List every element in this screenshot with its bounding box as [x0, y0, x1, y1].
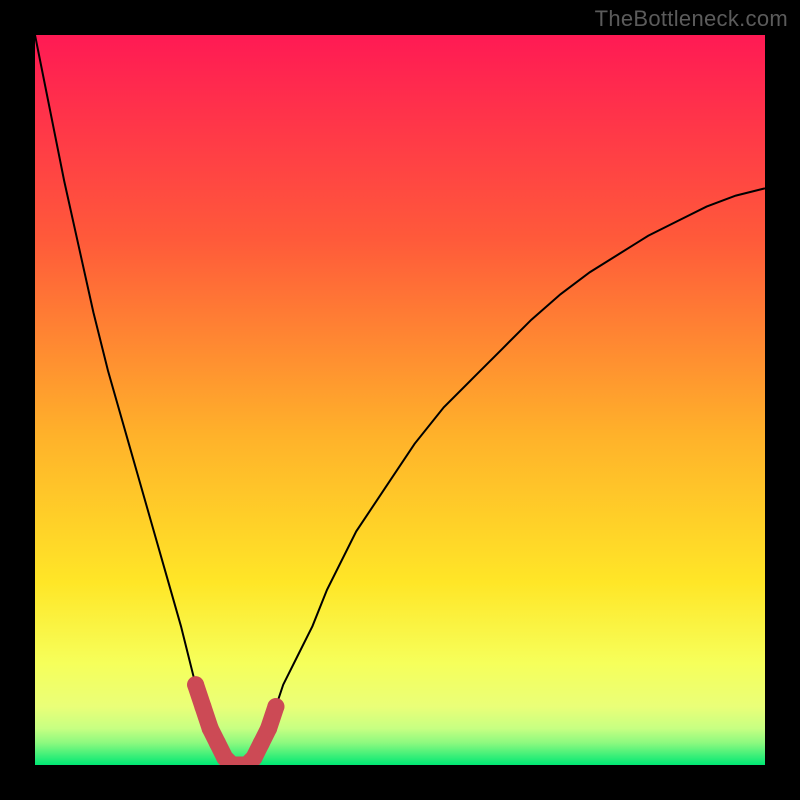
- chart-frame: TheBottleneck.com: [0, 0, 800, 800]
- chart-svg: [35, 35, 765, 765]
- watermark-label: TheBottleneck.com: [595, 6, 788, 32]
- marker-dot: [209, 735, 226, 752]
- plot-area: [35, 35, 765, 765]
- marker-dot: [194, 698, 211, 715]
- marker-dot: [267, 698, 284, 715]
- marker-dot: [202, 720, 219, 737]
- marker-dot: [187, 676, 204, 693]
- gradient-background: [35, 35, 765, 765]
- marker-dot: [253, 735, 270, 752]
- marker-dot: [260, 720, 277, 737]
